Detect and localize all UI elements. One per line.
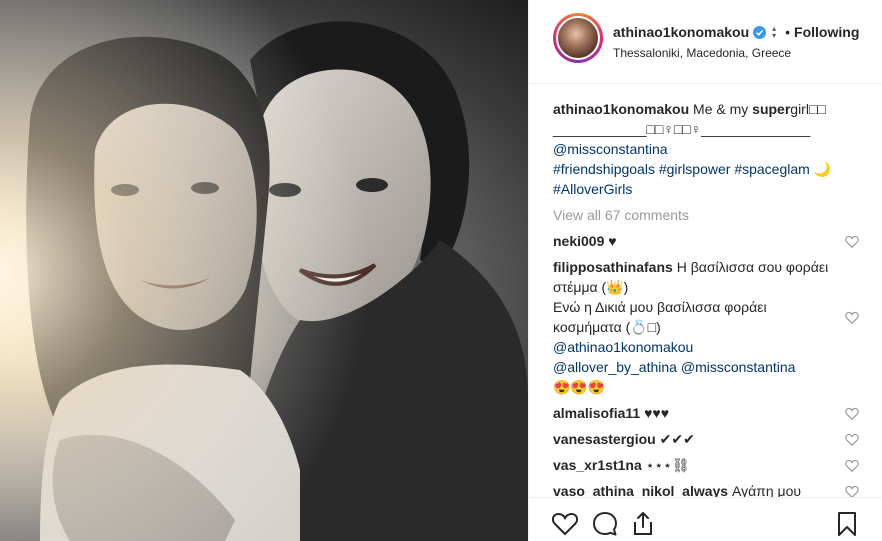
avatar[interactable] [553, 13, 603, 63]
comment-item: vanesastergiou ✔✔✔ [553, 429, 859, 449]
instagram-post: athinao1konomakou ▴ ▾ • Following Thessal… [0, 0, 882, 541]
comment-emoji: 😍😍😍 [553, 379, 606, 395]
user-row: athinao1konomakou ▴ ▾ • Following [613, 24, 859, 40]
heart-icon[interactable] [845, 407, 859, 420]
comment-text: ⋆⋆⋆⛓ [645, 457, 690, 473]
share-icon[interactable] [629, 510, 657, 538]
comment-item: filipposathinafans Η βασίλισσα σου φοράε… [553, 257, 859, 397]
caption-hashtags[interactable]: #friendshipgoals #girlspower #spaceglam [553, 161, 810, 177]
header-username[interactable]: athinao1konomakou [613, 24, 749, 40]
heart-icon[interactable] [845, 235, 859, 248]
moon-emoji: 🌙 [813, 161, 832, 177]
comment-item: neki009 ♥ [553, 231, 859, 251]
caption-hashtag-allovergirls[interactable]: #AlloverGirls [553, 181, 632, 197]
caption-username[interactable]: athinao1konomakou [553, 101, 689, 117]
heart-icon[interactable] [845, 311, 859, 324]
heart-icon[interactable] [845, 485, 859, 497]
comment-text: ♥ [608, 233, 617, 249]
comment-username[interactable]: neki009 [553, 233, 604, 249]
comment-username[interactable]: vanesastergiou [553, 431, 656, 447]
comment-icon[interactable] [591, 510, 619, 538]
comment-username[interactable]: almalisofia11 [553, 405, 640, 421]
comments-section[interactable]: athinao1konomakou Me & my supergirl□□ __… [529, 84, 882, 497]
comment-text: ✔✔✔ [659, 431, 695, 447]
bookmark-icon[interactable] [833, 510, 861, 538]
post-photo[interactable] [0, 0, 528, 541]
view-all-comments-link[interactable]: View all 67 comments [553, 205, 882, 225]
follow-separator: • [785, 24, 791, 40]
heart-icon[interactable] [551, 510, 579, 538]
comment-username[interactable]: filipposathinafans [553, 259, 673, 275]
comment-text: ♥♥♥ [644, 405, 669, 421]
comment-text: Ενώ η Δικιά μου βασίλισσα φοράει κοσμήμα… [553, 299, 767, 335]
photo-illustration [0, 0, 528, 541]
comment-text: Αγάπη μου [731, 483, 802, 497]
location-link[interactable]: Thessaloniki, Macedonia, Greece [613, 46, 791, 60]
comment-item: almalisofia11 ♥♥♥ [553, 403, 859, 423]
comment-item: vaso_athina_nikol_always Αγάπη μου [553, 481, 859, 497]
post-actions-bar [529, 497, 882, 541]
heart-icon[interactable] [845, 433, 859, 446]
heart-icon[interactable] [845, 459, 859, 472]
caption-mention[interactable]: @missconstantina [553, 141, 668, 157]
comment-item: vas_xr1st1na ⋆⋆⋆⛓ [553, 455, 859, 475]
comment-mention[interactable]: @allover_by_athina [553, 359, 677, 375]
comment-mention[interactable]: @missconstantina [681, 359, 796, 375]
post-header: athinao1konomakou ▴ ▾ • Following Thessal… [529, 0, 882, 84]
following-button[interactable]: Following [794, 24, 859, 40]
comment-username[interactable]: vaso_athina_nikol_always [553, 483, 728, 497]
post-sidebar: athinao1konomakou ▴ ▾ • Following Thessal… [528, 0, 882, 541]
comment-mention[interactable]: @athinao1konomakou [553, 339, 693, 355]
more-options-caret-icon[interactable]: ▴ ▾ [768, 25, 780, 40]
comment-username[interactable]: vas_xr1st1na [553, 457, 642, 473]
post-caption: athinao1konomakou Me & my supergirl□□ __… [553, 99, 853, 199]
verified-badge-icon [753, 25, 767, 39]
